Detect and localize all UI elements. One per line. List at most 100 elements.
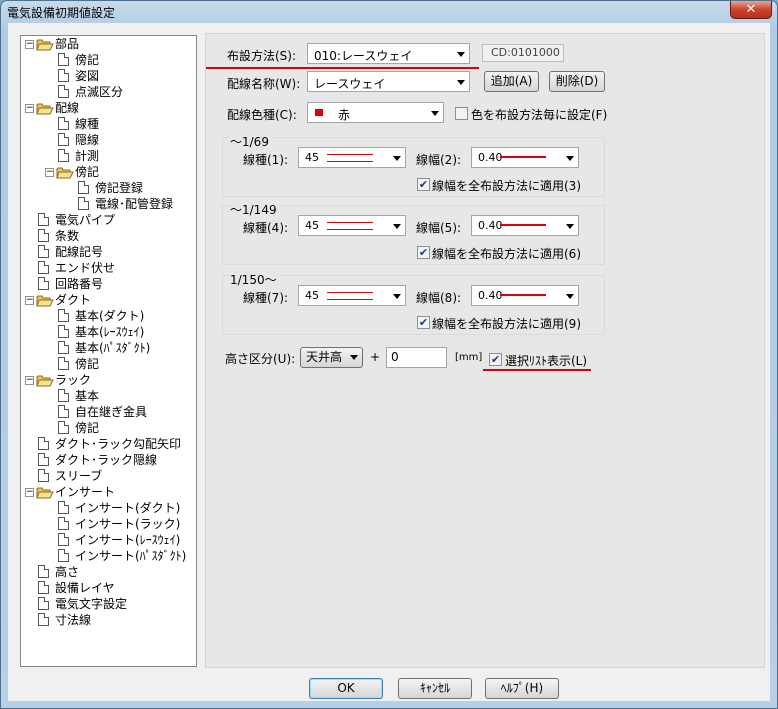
tree-item[interactable]: − ラック: [21, 372, 196, 388]
document-icon: [58, 117, 69, 130]
tree-item[interactable]: 電気文字設定: [21, 596, 196, 612]
line-sample: [500, 224, 546, 226]
help-button[interactable]: ﾍﾙﾌﾟ(H): [485, 678, 559, 699]
tree-item[interactable]: エンド伏せ: [21, 260, 196, 276]
settings-tree[interactable]: − 部品 傍記 姿図 点滅区分 − 配線 線種 隠線 計測 − 傍記 傍記登録 電線･配管登録 電気パイプ条…: [20, 35, 197, 667]
tree-item[interactable]: 傍記: [21, 420, 196, 436]
collapse-icon[interactable]: −: [45, 168, 54, 177]
tree-item-label: 寸法線: [55, 613, 92, 627]
cancel-button[interactable]: ｷｬﾝｾﾙ: [398, 678, 472, 699]
tree-item-label: 線種: [75, 117, 100, 131]
tree-item-label: 回路番号: [55, 277, 104, 291]
tree-item[interactable]: − 傍記: [21, 164, 196, 180]
tree-item[interactable]: 隠線: [21, 132, 196, 148]
line-type-combo[interactable]: 45: [298, 285, 406, 306]
apply-width-label: 線幅を全布設方法に適用(6): [432, 247, 581, 261]
apply-width-checkbox[interactable]: ✔: [417, 246, 430, 259]
line-sample: [327, 154, 373, 162]
folder-open-icon: [36, 38, 54, 51]
color-per-method-checkbox[interactable]: [455, 107, 468, 120]
add-button[interactable]: 追加(A): [484, 71, 539, 92]
line-width-combo[interactable]: 0.40: [471, 285, 579, 306]
height-offset-input[interactable]: 0: [386, 347, 447, 368]
apply-width-checkbox[interactable]: ✔: [417, 178, 430, 191]
tree-item[interactable]: インサート(ラック): [21, 516, 196, 532]
line-sample: [500, 156, 546, 158]
document-icon: [58, 421, 69, 434]
tree-item[interactable]: 条数: [21, 228, 196, 244]
document-icon: [38, 565, 49, 578]
delete-button[interactable]: 削除(D): [549, 71, 605, 92]
height-combo[interactable]: 天井高: [300, 347, 363, 368]
tree-item-label: 傍記: [75, 421, 100, 435]
tree-item[interactable]: 基本: [21, 388, 196, 404]
tree-item[interactable]: ダクト･ラック勾配矢印: [21, 436, 196, 452]
folder-open-icon: [36, 374, 54, 387]
tree-item[interactable]: 傍記: [21, 356, 196, 372]
tree-item[interactable]: 傍記: [21, 52, 196, 68]
name-label: 配線名称(W):: [227, 77, 301, 91]
tree-item[interactable]: 設備レイヤ: [21, 580, 196, 596]
collapse-icon[interactable]: −: [25, 296, 34, 305]
color-label: 配線色種(C):: [227, 108, 297, 122]
method-combo[interactable]: 010:レースウェイ: [307, 43, 470, 64]
line-type-combo[interactable]: 45: [298, 215, 406, 236]
line-type-combo[interactable]: 45: [298, 147, 406, 168]
tree-item[interactable]: インサート(ダクト): [21, 500, 196, 516]
tree-item[interactable]: 回路番号: [21, 276, 196, 292]
document-icon: [58, 389, 69, 402]
document-icon: [58, 133, 69, 146]
line-type-value: 45: [305, 289, 319, 302]
tree-item-label: スリーブ: [55, 469, 103, 483]
line-width-combo[interactable]: 0.40: [471, 147, 579, 168]
tree-item[interactable]: 電気パイプ: [21, 212, 196, 228]
document-icon: [58, 325, 69, 338]
tree-item[interactable]: 基本(ﾚｰｽｳｪｲ): [21, 324, 196, 340]
unit-label: [mm]: [455, 352, 483, 363]
height-label: 高さ区分(U):: [225, 352, 296, 366]
tree-item[interactable]: − 配線: [21, 100, 196, 116]
tree-item[interactable]: 線種: [21, 116, 196, 132]
tree-item[interactable]: 基本(ﾊﾟｽﾀﾞｸﾄ): [21, 340, 196, 356]
tree-item-label: 傍記: [75, 53, 100, 67]
name-combo[interactable]: レースウェイ: [307, 71, 470, 92]
line-width-value: 0.40: [478, 151, 503, 164]
chevron-down-icon: [457, 80, 465, 85]
collapse-icon[interactable]: −: [25, 104, 34, 113]
apply-width-checkbox[interactable]: ✔: [417, 316, 430, 329]
tree-item[interactable]: ダクト･ラック隠線: [21, 452, 196, 468]
tree-item[interactable]: インサート(ﾊﾟｽﾀﾞｸﾄ): [21, 548, 196, 564]
ok-button[interactable]: OK: [309, 678, 383, 699]
tree-item[interactable]: 電線･配管登録: [21, 196, 196, 212]
color-combo[interactable]: 赤: [307, 102, 444, 123]
document-icon: [58, 149, 69, 162]
document-icon: [78, 197, 89, 210]
tree-item[interactable]: 傍記登録: [21, 180, 196, 196]
line-width-value: 0.40: [478, 289, 503, 302]
apply-width-label: 線幅を全布設方法に適用(9): [432, 317, 581, 331]
tree-item-label: ラック: [55, 373, 92, 387]
tree-item[interactable]: − インサート: [21, 484, 196, 500]
tree-item[interactable]: スリーブ: [21, 468, 196, 484]
title-bar[interactable]: 電気設備初期値設定 ✕: [1, 1, 777, 23]
tree-item[interactable]: 自在継ぎ金具: [21, 404, 196, 420]
tree-item-label: 基本(ﾊﾟｽﾀﾞｸﾄ): [75, 341, 151, 355]
tree-item[interactable]: インサート(ﾚｰｽｳｪｲ): [21, 532, 196, 548]
tree-item[interactable]: − ダクト: [21, 292, 196, 308]
color-per-method-label: 色を布設方法毎に設定(F): [471, 108, 608, 122]
tree-item[interactable]: 寸法線: [21, 612, 196, 628]
tree-item[interactable]: 点滅区分: [21, 84, 196, 100]
select-list-checkbox[interactable]: ✔: [489, 353, 502, 366]
tree-item[interactable]: 基本(ダクト): [21, 308, 196, 324]
collapse-icon[interactable]: −: [25, 488, 34, 497]
collapse-icon[interactable]: −: [25, 376, 34, 385]
tree-item[interactable]: 配線記号: [21, 244, 196, 260]
tree-item-label: 条数: [55, 229, 80, 243]
tree-item[interactable]: 計測: [21, 148, 196, 164]
line-width-combo[interactable]: 0.40: [471, 215, 579, 236]
tree-item[interactable]: 高さ: [21, 564, 196, 580]
tree-item[interactable]: − 部品: [21, 36, 196, 52]
collapse-icon[interactable]: −: [25, 40, 34, 49]
tree-item[interactable]: 姿図: [21, 68, 196, 84]
close-button[interactable]: ✕: [730, 1, 772, 19]
